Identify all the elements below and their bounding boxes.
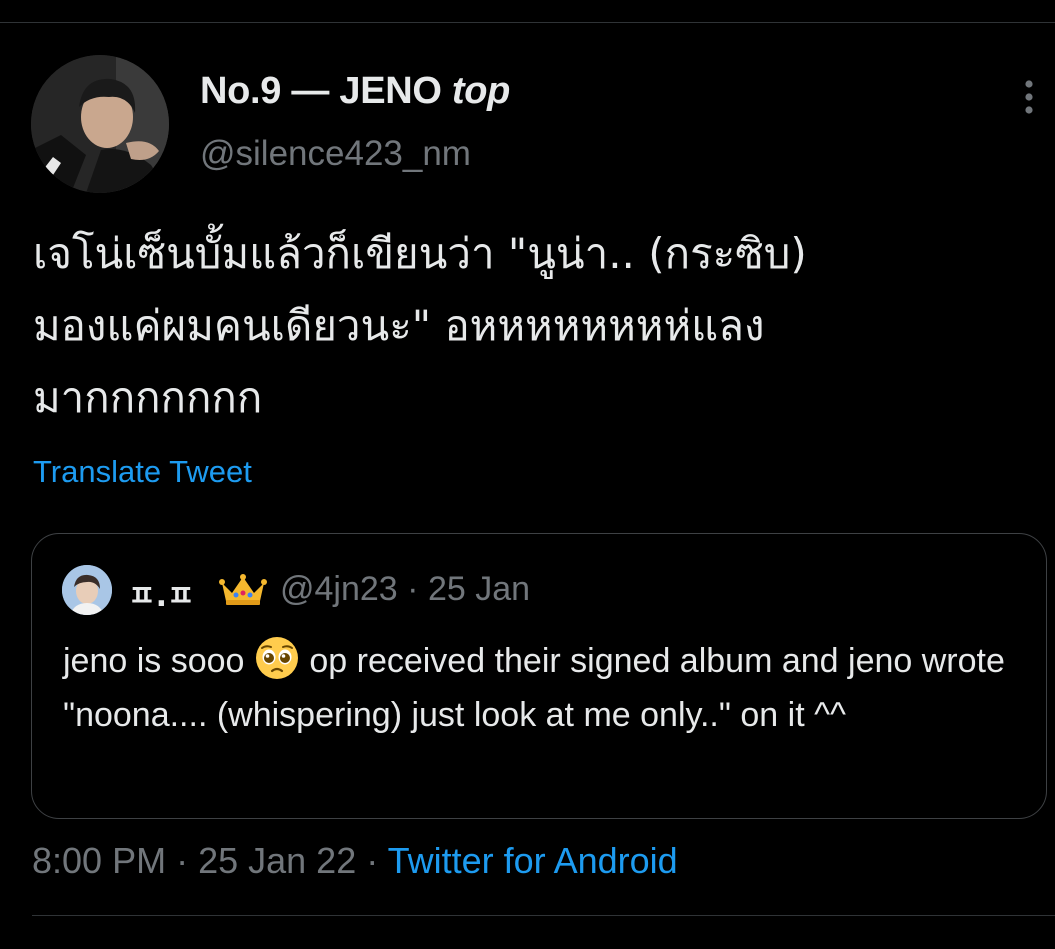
crown-icon [218, 573, 268, 607]
quoted-separator: · [407, 570, 419, 608]
footer-separator-2: · [356, 840, 388, 881]
tweet-text: เจโน่เซ็นบั้มแล้วก็เขียนว่า "นูน่า.. (กร… [33, 229, 807, 422]
bottom-divider [32, 915, 1055, 916]
quoted-tweet-text: jeno is sooo op received their signed al… [63, 634, 1023, 742]
author-name-italic-text: top [451, 70, 511, 112]
tweet-time[interactable]: 8:00 PM [32, 840, 166, 881]
quoted-date[interactable]: 25 Jan [428, 570, 530, 608]
quoted-author-name[interactable]: ㅍ.ㅍ [128, 571, 195, 615]
more-vertical-icon[interactable] [1014, 78, 1044, 116]
quoted-text-part-1: jeno is sooo [63, 642, 254, 680]
translate-tweet-link[interactable]: Translate Tweet [33, 454, 252, 490]
quoted-handle[interactable]: @4jn23 [280, 570, 398, 608]
author-name-text: No.9 — JENO [200, 70, 452, 112]
quoted-profile-photo-icon [62, 565, 112, 615]
pleading-face-emoji-icon [254, 635, 300, 681]
quoted-meta: @4jn23 · 25 Jan [280, 570, 530, 609]
footer-separator: · [166, 840, 199, 881]
quoted-author-avatar[interactable] [62, 565, 112, 615]
author-display-name[interactable]: No.9 — JENO top [200, 70, 510, 113]
tweet-source-link[interactable]: Twitter for Android [388, 840, 678, 881]
author-avatar[interactable] [31, 55, 169, 193]
profile-photo-icon [31, 55, 169, 193]
tweet-footer-meta: 8:00 PM · 25 Jan 22 · Twitter for Androi… [32, 840, 678, 882]
top-divider [0, 22, 1055, 23]
author-handle[interactable]: @silence423_nm [200, 134, 471, 174]
tweet-date[interactable]: 25 Jan 22 [198, 840, 356, 881]
